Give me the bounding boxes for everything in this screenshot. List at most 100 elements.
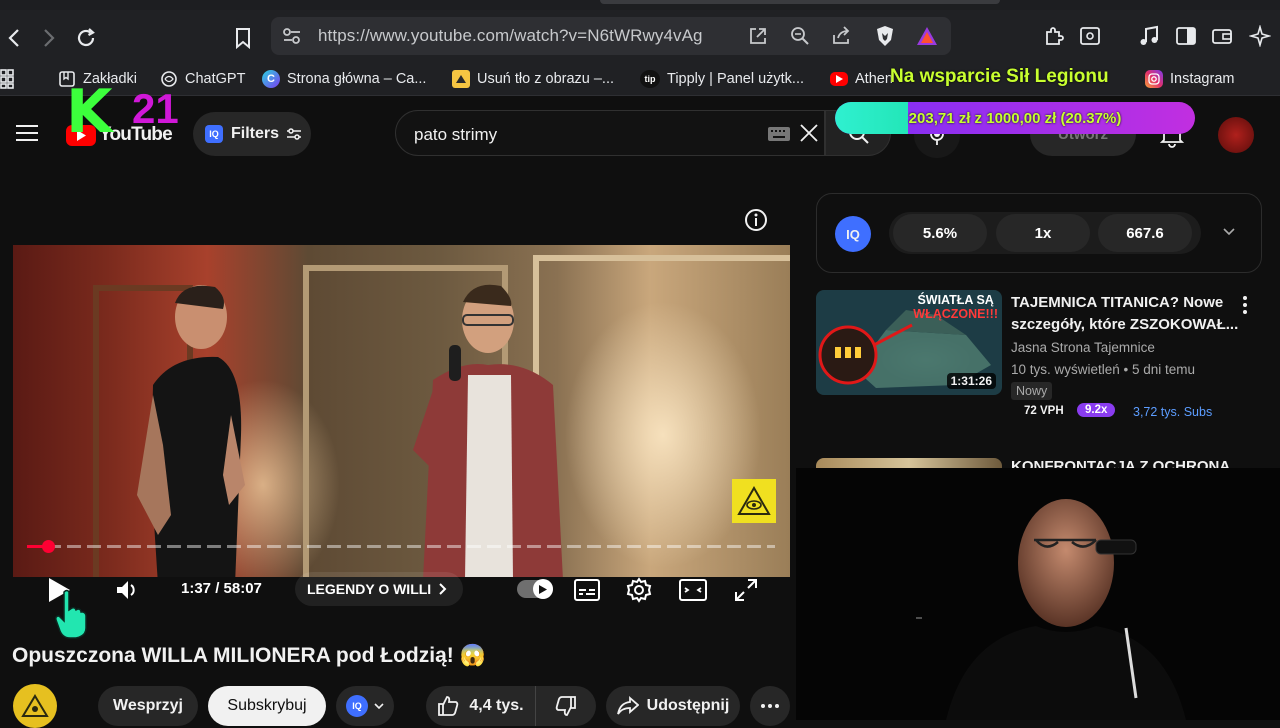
iq-stat-ctr: 5.6%	[893, 214, 987, 252]
recommendation-title-line: szczegóły, które ZSZOKOWAŁ...	[1011, 316, 1239, 333]
reload-icon[interactable]	[74, 26, 98, 50]
iq-menu-button[interactable]: IQ	[336, 686, 394, 726]
player-controls: 1:37 / 58:07 LEGENDY O WILLI	[13, 568, 790, 639]
volume-icon[interactable]	[113, 576, 141, 604]
progress-bar[interactable]	[27, 540, 775, 553]
share-page-icon[interactable]	[831, 26, 853, 46]
reader-icon[interactable]	[1078, 24, 1102, 48]
wallet-icon[interactable]	[1210, 24, 1234, 48]
sidebar-toggle-icon[interactable]	[1174, 24, 1198, 48]
search-input[interactable]: pato strimy	[414, 125, 497, 145]
back-icon[interactable]	[2, 26, 26, 50]
leo-ai-icon[interactable]	[1248, 24, 1272, 48]
progress-scrubber[interactable]	[41, 540, 55, 553]
chapter-button[interactable]: LEGENDY O WILLI	[295, 572, 464, 606]
iq-stats-panel: IQ 5.6% 1x 667.6	[816, 193, 1262, 273]
bookmark-instagram[interactable]: Instagram	[1145, 68, 1234, 90]
apps-grid-icon[interactable]	[0, 68, 20, 90]
person-left	[137, 285, 245, 577]
subs-stat: 3,72 tys. Subs	[1133, 405, 1213, 419]
support-button[interactable]: Wesprzyj	[98, 686, 198, 726]
forward-icon[interactable]	[37, 26, 61, 50]
keyboard-icon[interactable]	[768, 127, 790, 141]
video-action-row: Wesprzyj Subskrybuj IQ 4,4 tys. Udostępn…	[0, 684, 790, 728]
menu-icon[interactable]	[16, 124, 38, 142]
video-thumbnail[interactable]: ŚWIATŁA SĄ WŁĄCZONE!!! 1:31:26	[816, 290, 1002, 395]
bookmark-label: Usuń tło z obrazu –...	[477, 71, 615, 87]
stream-k21-logo: K 21	[66, 82, 196, 142]
bookmark-label: Strona główna – Ca...	[287, 71, 427, 87]
more-actions-button[interactable]	[750, 686, 790, 726]
zoom-icon[interactable]	[790, 26, 810, 46]
bookmark-label: Instagram	[1170, 71, 1235, 87]
extensions-icon[interactable]	[1042, 24, 1066, 48]
media-music-icon[interactable]	[1137, 24, 1161, 48]
like-button[interactable]: 4,4 tys.	[426, 686, 536, 726]
iq-logo-icon: IQ	[346, 695, 368, 717]
iq-logo-icon: IQ	[205, 125, 223, 143]
search-box[interactable]: pato strimy	[395, 110, 825, 156]
subscribe-label: Subskrybuj	[227, 697, 307, 714]
iq-stat-score: 667.6	[1098, 214, 1192, 252]
video-player[interactable]	[13, 245, 790, 577]
bookmark-label: Athen	[855, 71, 893, 87]
brave-rewards-icon[interactable]	[916, 26, 938, 46]
video-title: Opuszczona WILLA MILIONERA pod Łodzią! 😱	[12, 644, 486, 667]
browser-toolbar: https://www.youtube.com/watch?v=N6tWRwy4…	[0, 10, 1280, 62]
likes-count: 4,4 tys.	[469, 697, 524, 714]
bookmark-remove-bg[interactable]: Usuń tło z obrazu –...	[452, 68, 614, 90]
duration-badge: 1:31:26	[946, 373, 996, 389]
hand-cursor-icon	[53, 586, 89, 642]
chevron-down-icon	[374, 703, 384, 709]
url-text[interactable]: https://www.youtube.com/watch?v=N6tWRwy4…	[318, 26, 703, 46]
filters-button[interactable]: IQ Filters	[193, 112, 311, 156]
streamer-webcam	[796, 468, 1280, 720]
info-icon[interactable]	[744, 208, 768, 232]
site-settings-icon[interactable]	[282, 27, 302, 45]
sliders-icon	[287, 128, 302, 140]
recommendation-item[interactable]: ŚWIATŁA SĄ WŁĄCZONE!!! 1:31:26 TAJEMNICA…	[816, 290, 1266, 430]
more-vertical-icon[interactable]	[1243, 296, 1247, 314]
tipply-icon: tip	[640, 70, 660, 88]
channel-name[interactable]: Jasna Strona Tajemnice	[1011, 340, 1155, 355]
like-dislike-group: 4,4 tys.	[426, 686, 596, 726]
settings-gear-icon[interactable]	[625, 576, 653, 604]
autoplay-toggle[interactable]	[517, 579, 553, 599]
theater-mode-icon[interactable]	[678, 577, 708, 603]
person-right	[413, 284, 563, 577]
open-external-icon[interactable]	[748, 26, 768, 46]
recommendation-title-line: TAJEMNICA TITANICA? Nowe	[1011, 294, 1224, 311]
k21-logo-letter: K	[66, 77, 113, 147]
fullscreen-icon[interactable]	[733, 577, 759, 603]
recommendation-title[interactable]: TAJEMNICA TITANICA? Nowe szczegóły, któr…	[1011, 292, 1241, 336]
brave-shield-icon[interactable]	[875, 25, 895, 47]
avatar[interactable]	[1218, 117, 1254, 153]
address-bar[interactable]: https://www.youtube.com/watch?v=N6tWRwy4…	[271, 17, 951, 55]
bookmark-label: Tipply | Panel użytk...	[667, 71, 805, 87]
autoplay-knob	[533, 579, 553, 599]
share-label: Udostępnij	[646, 697, 730, 714]
bookmark-canva[interactable]: C Strona główna – Ca...	[262, 68, 426, 90]
webcam-person	[916, 499, 1186, 720]
clear-search-icon[interactable]	[799, 123, 819, 143]
chevron-right-icon	[439, 583, 447, 595]
bookmark-tipply[interactable]: tip Tipply | Panel użytk...	[640, 68, 804, 90]
eye-pyramid-watermark-icon	[732, 479, 776, 523]
share-icon	[616, 696, 639, 715]
support-label: Wesprzyj	[113, 697, 183, 714]
chevron-down-icon[interactable]	[1223, 228, 1235, 236]
bookmark-athen[interactable]: Athen	[830, 68, 893, 90]
bookmark-icon[interactable]	[231, 26, 255, 50]
dislike-button[interactable]	[536, 686, 596, 726]
subscribe-button[interactable]: Subskrybuj	[208, 686, 326, 726]
thumbs-up-icon	[438, 696, 459, 716]
donation-goal-title: Na wsparcie Sił Legionu	[890, 66, 1109, 87]
subtitles-icon[interactable]	[573, 577, 601, 603]
share-button[interactable]: Udostępnij	[606, 686, 740, 726]
thumbnail-caption: ŚWIATŁA SĄ WŁĄCZONE!!!	[913, 293, 998, 321]
channel-avatar[interactable]	[13, 684, 57, 728]
thumbnail-caption-line: ŚWIATŁA SĄ	[917, 293, 994, 307]
k21-logo-number: 21	[132, 85, 179, 132]
video-meta: 10 tys. wyświetleń • 5 dni temu	[1011, 362, 1196, 377]
new-badge: Nowy	[1011, 382, 1053, 400]
